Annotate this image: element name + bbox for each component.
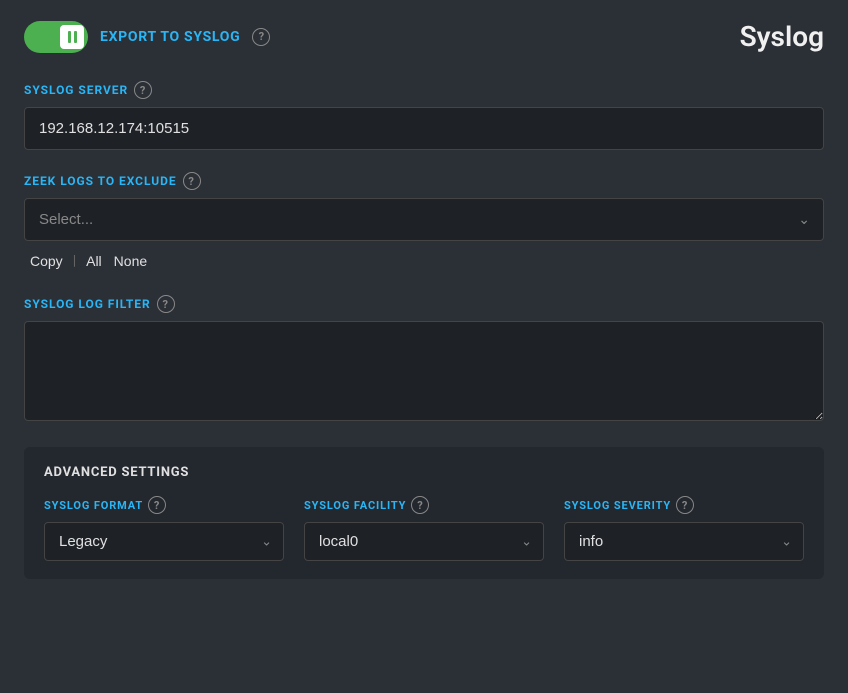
- log-filter-help-icon[interactable]: ?: [157, 295, 175, 313]
- page-title: Syslog: [740, 20, 824, 53]
- syslog-format-select-wrapper: Legacy RFC5424 ⌄: [44, 522, 284, 561]
- zeek-logs-block: ZEEK LOGS TO EXCLUDE ? Select... ⌄ Copy …: [24, 172, 824, 273]
- log-filter-block: SYSLOG LOG FILTER ?: [24, 295, 824, 425]
- export-help-icon[interactable]: ?: [252, 28, 270, 46]
- copy-row: Copy | All None: [24, 249, 824, 273]
- export-toggle[interactable]: [24, 21, 88, 53]
- syslog-format-help-icon[interactable]: ?: [148, 496, 166, 514]
- header-left: EXPORT TO SYSLOG ?: [24, 21, 270, 53]
- zeek-logs-select-wrapper: Select... ⌄: [24, 198, 824, 241]
- syslog-severity-select-wrapper: emerg alert crit err warning notice info…: [564, 522, 804, 561]
- toggle-track[interactable]: [24, 21, 88, 53]
- copy-separator: |: [73, 253, 76, 269]
- advanced-grid: SYSLOG FORMAT ? Legacy RFC5424 ⌄ SYSLOG …: [44, 496, 804, 561]
- syslog-server-label: SYSLOG SERVER ?: [24, 81, 824, 99]
- none-button[interactable]: None: [108, 249, 153, 273]
- advanced-title: ADVANCED SETTINGS: [44, 465, 804, 480]
- pause-bar-right: [74, 31, 77, 43]
- zeek-logs-select[interactable]: Select...: [24, 198, 824, 241]
- log-filter-textarea[interactable]: [24, 321, 824, 421]
- toggle-pause-button[interactable]: [60, 25, 84, 49]
- syslog-severity-group: SYSLOG SEVERITY ? emerg alert crit err w…: [564, 496, 804, 561]
- header-row: EXPORT TO SYSLOG ? Syslog: [24, 20, 824, 53]
- syslog-facility-select-wrapper: local0 local1 local2 local3 local4 local…: [304, 522, 544, 561]
- syslog-facility-help-icon[interactable]: ?: [411, 496, 429, 514]
- syslog-severity-label: SYSLOG SEVERITY ?: [564, 496, 804, 514]
- all-button[interactable]: All: [80, 249, 108, 273]
- syslog-facility-select[interactable]: local0 local1 local2 local3 local4 local…: [304, 522, 544, 561]
- log-filter-label: SYSLOG LOG FILTER ?: [24, 295, 824, 313]
- export-label: EXPORT TO SYSLOG: [100, 29, 240, 45]
- syslog-format-group: SYSLOG FORMAT ? Legacy RFC5424 ⌄: [44, 496, 284, 561]
- zeek-logs-help-icon[interactable]: ?: [183, 172, 201, 190]
- syslog-facility-group: SYSLOG FACILITY ? local0 local1 local2 l…: [304, 496, 544, 561]
- syslog-severity-select[interactable]: emerg alert crit err warning notice info…: [564, 522, 804, 561]
- syslog-server-block: SYSLOG SERVER ?: [24, 81, 824, 150]
- pause-bar-left: [68, 31, 71, 43]
- syslog-server-help-icon[interactable]: ?: [134, 81, 152, 99]
- advanced-settings-block: ADVANCED SETTINGS SYSLOG FORMAT ? Legacy…: [24, 447, 824, 579]
- page-container: EXPORT TO SYSLOG ? Syslog SYSLOG SERVER …: [0, 0, 848, 693]
- syslog-severity-help-icon[interactable]: ?: [676, 496, 694, 514]
- syslog-server-input[interactable]: [24, 107, 824, 150]
- syslog-facility-label: SYSLOG FACILITY ?: [304, 496, 544, 514]
- copy-button[interactable]: Copy: [24, 249, 69, 273]
- syslog-format-label: SYSLOG FORMAT ?: [44, 496, 284, 514]
- zeek-logs-label: ZEEK LOGS TO EXCLUDE ?: [24, 172, 824, 190]
- syslog-format-select[interactable]: Legacy RFC5424: [44, 522, 284, 561]
